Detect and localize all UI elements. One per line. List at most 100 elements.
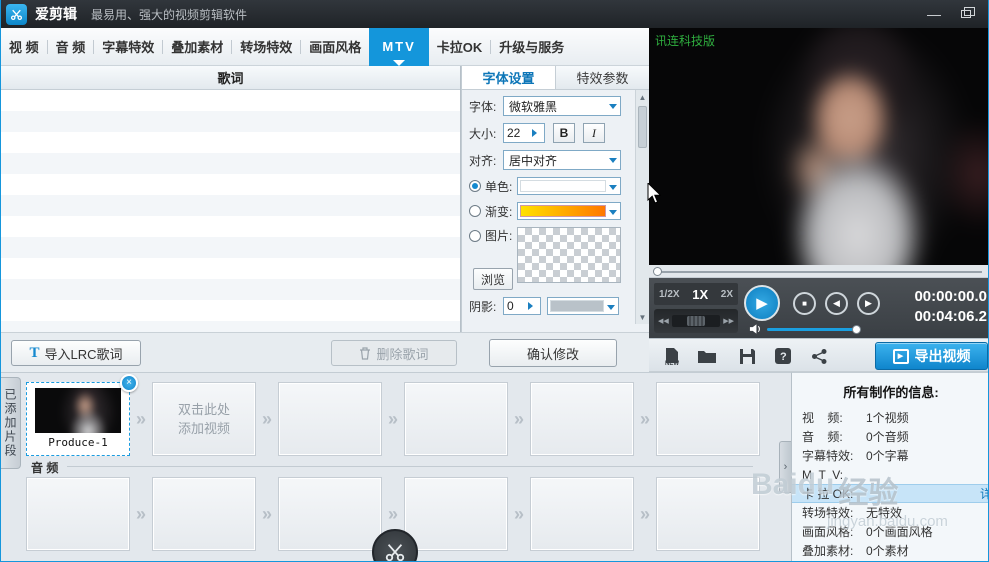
tab-picture-style[interactable]: 画面风格 [301, 28, 369, 66]
bold-button[interactable]: B [553, 123, 575, 143]
window-controls: — [918, 0, 982, 28]
gradient-label: 渐变: [485, 204, 513, 219]
save-button[interactable] [735, 345, 759, 367]
tab-upgrade-service[interactable]: 升级与服务 [491, 28, 572, 66]
info-row-video: 视 频: 1个视频 [792, 408, 988, 427]
help-button[interactable]: ? [771, 345, 795, 367]
clip-close-button[interactable]: × [120, 374, 138, 392]
folder-icon [698, 351, 716, 363]
stop-button[interactable]: ■ [793, 292, 816, 315]
scrollbar-thumb[interactable] [638, 106, 647, 148]
jog-track[interactable] [671, 315, 721, 327]
jog-control[interactable]: ◀◀ ▶▶ [654, 309, 738, 333]
confirm-changes-button[interactable]: 确认修改 [489, 339, 617, 367]
jog-forward-icon[interactable]: ▶▶ [723, 317, 734, 325]
gradient-select[interactable] [517, 202, 621, 220]
clip-item[interactable]: Produce-1 × [26, 374, 138, 456]
import-lrc-button[interactable]: T 导入LRC歌词 [11, 340, 141, 366]
gradient-swatch [520, 205, 606, 217]
clip-thumbnail-image [35, 388, 121, 433]
scroll-down-icon[interactable]: ▼ [636, 310, 649, 324]
restore-button[interactable] [950, 0, 982, 28]
empty-audio-slot[interactable] [152, 477, 256, 551]
image-radio[interactable] [469, 229, 481, 242]
added-clips-tab[interactable]: 已添加片段 [1, 377, 21, 469]
empty-audio-slot[interactable] [404, 477, 508, 551]
image-preview[interactable] [517, 227, 621, 283]
delete-lyrics-button[interactable]: 删除歌词 [331, 340, 457, 366]
help-icon: ? [775, 348, 791, 364]
tab-video[interactable]: 视 频 [1, 28, 47, 66]
tab-transition-fx[interactable]: 转场特效 [232, 28, 300, 66]
gradient-radio[interactable] [469, 205, 481, 217]
empty-audio-slot[interactable] [656, 477, 760, 551]
open-file-button[interactable] [695, 345, 719, 367]
add-video-slot[interactable]: 双击此处 添加视频 [152, 382, 256, 456]
tab-font-settings[interactable]: 字体设置 [462, 66, 556, 89]
empty-audio-slot[interactable] [530, 477, 634, 551]
speed-2x-button[interactable]: 2X [721, 289, 733, 300]
clip-separator-icon [508, 409, 530, 430]
new-project-button[interactable]: NEW [659, 345, 683, 367]
import-lrc-label: 导入LRC歌词 [44, 346, 123, 362]
info-panel-title: 所有制作的信息: [843, 385, 939, 400]
font-size-stepper[interactable]: 22 [503, 123, 545, 143]
align-select[interactable]: 居中对齐 [503, 150, 621, 170]
scroll-up-icon[interactable]: ▲ [636, 90, 649, 104]
chevron-down-icon [607, 305, 615, 314]
tab-mtv[interactable]: MTV [369, 27, 429, 66]
clip-separator-icon [256, 504, 278, 525]
tab-karaoke[interactable]: 卡拉OK [429, 28, 491, 66]
next-frame-button[interactable]: ▶ [857, 292, 880, 315]
volume-handle[interactable] [852, 324, 861, 334]
share-button[interactable] [807, 345, 831, 367]
export-video-button[interactable]: ▶ 导出视频 [875, 342, 988, 370]
italic-button[interactable]: I [583, 123, 605, 143]
jog-back-icon[interactable]: ◀◀ [658, 317, 669, 325]
collapse-handle[interactable]: › [779, 441, 791, 493]
info-row-label: 叠加素材: [802, 544, 854, 558]
volume-slider[interactable] [767, 324, 861, 334]
prev-frame-button[interactable]: ◀ [825, 292, 848, 315]
browse-button[interactable]: 浏览 [473, 268, 513, 290]
font-settings-form: 字体: 微软雅黑 大小: 22 B I 对齐: 居中对齐 单色: 渐变: 图片:… [469, 96, 632, 315]
empty-video-slot[interactable] [656, 382, 760, 456]
detail-link[interactable]: 详 [980, 485, 988, 502]
play-button[interactable]: ▶ [744, 285, 780, 321]
clip-separator-icon [634, 504, 656, 525]
align-value: 居中对齐 [509, 153, 558, 168]
tab-effect-params[interactable]: 特效参数 [556, 66, 649, 89]
empty-video-slot[interactable] [404, 382, 508, 456]
close-icon: × [126, 377, 132, 388]
tab-subtitle-fx[interactable]: 字幕特效 [94, 28, 162, 66]
shadow-stepper[interactable]: 0 [503, 297, 541, 315]
seek-handle[interactable] [653, 267, 662, 276]
empty-video-slot[interactable] [278, 382, 382, 456]
export-icon: ▶ [892, 348, 909, 364]
lyrics-list[interactable] [1, 90, 460, 332]
speed-half-button[interactable]: 1/2X [659, 289, 680, 300]
empty-video-slot[interactable] [530, 382, 634, 456]
clip-separator-icon [130, 504, 152, 525]
solid-color-radio[interactable] [469, 180, 481, 192]
shadow-color-select[interactable] [547, 297, 619, 315]
audio-track-label: 音 频 [31, 461, 59, 475]
font-family-select[interactable]: 微软雅黑 [503, 96, 621, 116]
seek-bar[interactable] [649, 265, 988, 278]
chevron-down-icon [609, 104, 617, 113]
jog-thumb[interactable] [687, 316, 705, 326]
preview-area[interactable]: 讯连科技版 [649, 28, 988, 265]
tab-overlay-material[interactable]: 叠加素材 [163, 28, 231, 66]
delete-lyrics-label: 删除歌词 [376, 346, 429, 362]
info-panel: 所有制作的信息: 视 频: 1个视频 音 频: 0个音频 字幕特效: 0个字幕 … [791, 372, 988, 561]
empty-audio-slot[interactable] [278, 477, 382, 551]
empty-audio-slot[interactable] [26, 477, 130, 551]
lyrics-panel: 歌词 [1, 66, 461, 332]
minimize-button[interactable]: — [918, 0, 950, 28]
info-row-karaoke[interactable]: 卡 拉 OK: 详 [792, 484, 988, 503]
shadow-value: 0 [507, 299, 514, 313]
speed-1x-button[interactable]: 1X [692, 287, 708, 302]
solid-color-select[interactable] [517, 177, 621, 195]
font-panel-scrollbar[interactable]: ▲ ▼ [635, 90, 649, 324]
tab-audio[interactable]: 音 频 [48, 28, 94, 66]
